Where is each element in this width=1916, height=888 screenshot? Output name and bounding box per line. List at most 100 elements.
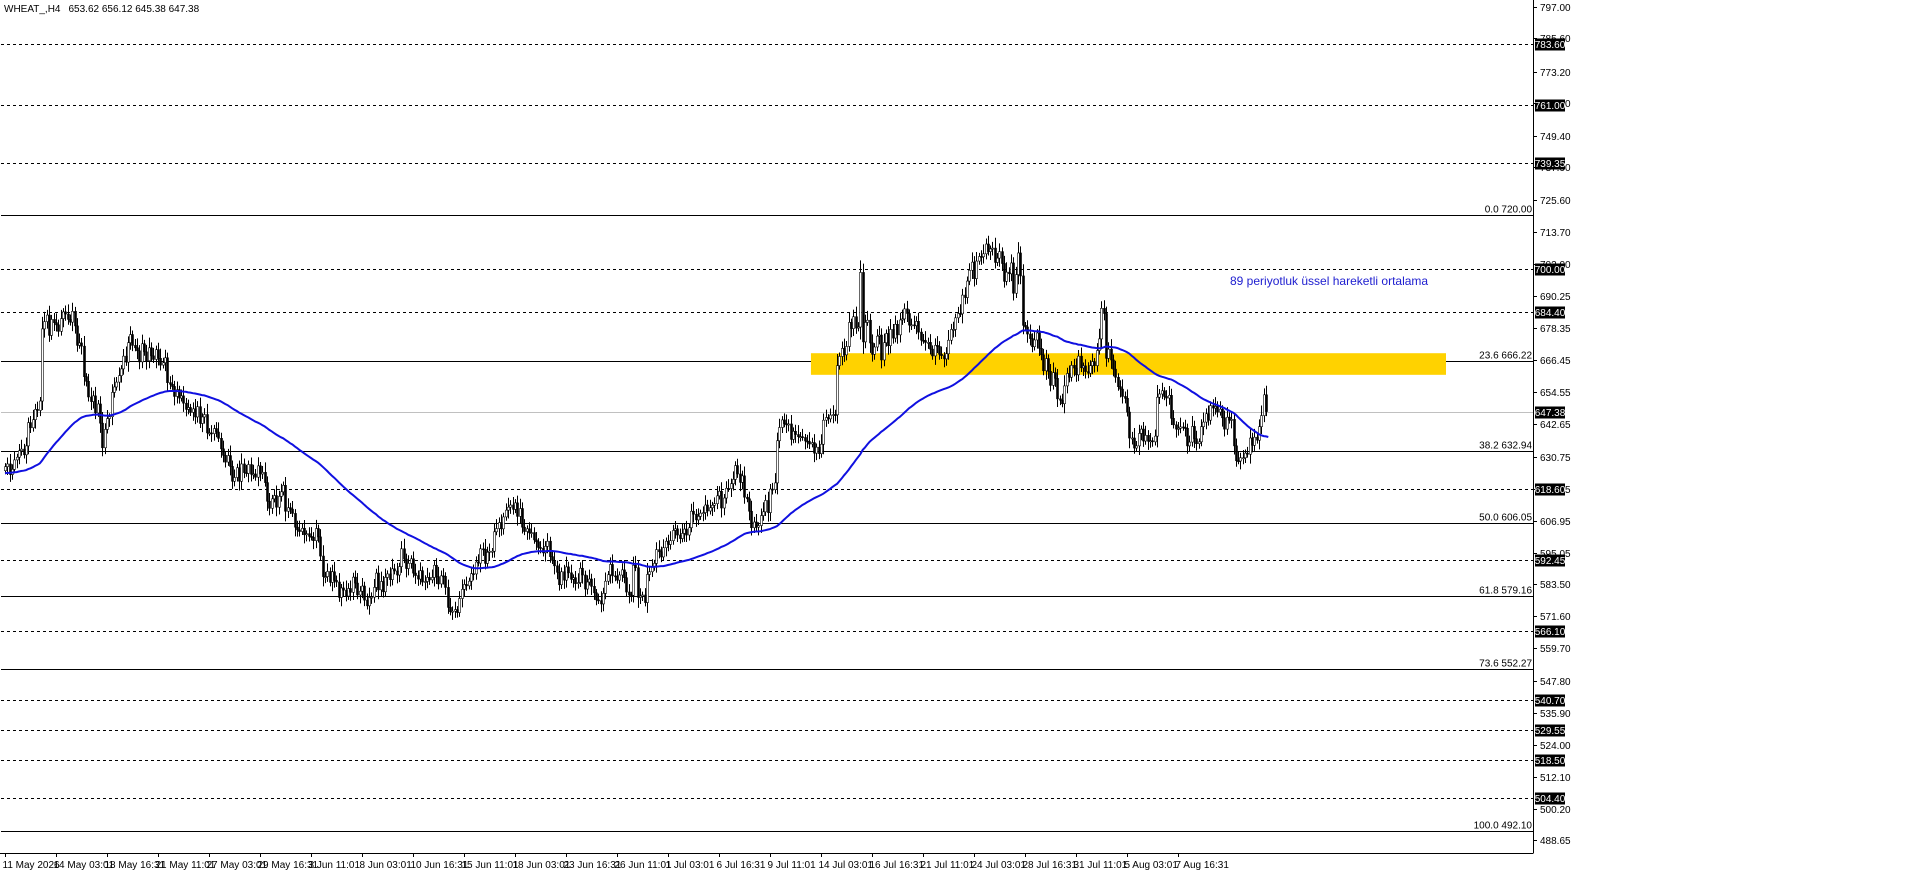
candle-body [820,443,823,455]
candle-body [1198,441,1201,445]
candle-body [1154,435,1157,443]
time-tick-label: 14 Jul 03:01 [819,860,874,871]
candle-body [18,450,21,458]
candle-body [836,365,839,416]
candle-body [676,528,679,536]
candle-body [697,516,700,521]
candle-body [29,422,32,429]
level-price-label: 518.50 [1535,756,1566,767]
candle-body [1042,354,1045,372]
price-tick-label: 654.55 [1540,388,1571,399]
candle-body [97,403,100,414]
candle-body [1244,452,1247,459]
candle-body [899,319,902,336]
candle-body [546,540,549,547]
candle-body [363,585,366,601]
price-tick-label: 512.10 [1540,773,1571,784]
candle-body [516,502,519,517]
candle-body [1172,418,1175,426]
candle-body [556,565,559,573]
candle-body [641,594,644,597]
level-price-label: 592.45 [1535,556,1566,567]
candle-body [945,353,948,360]
candle-body [998,251,1001,259]
candle-body [1126,398,1129,413]
candle-body [794,430,797,435]
candle-body [486,552,489,564]
candle-body [1179,426,1182,429]
candle-body [461,589,464,599]
time-tick-label: 26 Jun 11:01 [615,860,673,871]
candle-body [574,577,577,584]
candle-body [155,349,158,360]
candle-body [1170,395,1173,419]
candle-body [829,414,832,420]
candle-body [254,473,257,478]
candle-body [783,419,786,425]
candle-body [373,587,376,598]
candle-body [757,525,760,528]
time-tick-label: 18 Jun 03:01 [513,860,571,871]
candle-body [611,564,614,577]
candle-body [1140,428,1143,434]
candle-body [312,536,315,541]
candle-body [143,343,146,353]
candle-body [920,331,923,341]
candle-body [732,479,735,484]
candle-body [196,406,199,418]
time-tick-label: 24 Jul 03:01 [972,860,1027,871]
chart-header: WHEAT_,H4 653.62 656.12 645.38 647.38 [4,4,200,15]
price-tick-label: 773.20 [1540,68,1571,79]
candle-body [148,347,151,362]
time-tick-label: 1 Jul 03:01 [666,860,715,871]
candle-body [1142,428,1145,442]
candle-body [407,563,410,569]
candle-body [1131,437,1134,440]
candle-body [581,567,584,576]
candle-body [236,467,239,478]
candle-body [1080,355,1083,369]
resistance-zone [810,353,1446,375]
candle-body [217,431,220,439]
candle-body [509,504,512,508]
candle-body [25,445,28,456]
level-price-label: 684.40 [1535,308,1566,319]
candle-body [280,491,283,497]
candle-body [1059,398,1062,401]
candle-body [1107,348,1110,359]
candle-body [113,386,116,393]
candle-body [1205,413,1208,423]
price-chart[interactable]: 0.0 720.00 23.6 666.22 38.2 632.94 50.0 606… [0,0,1916,888]
candle-body [349,588,352,593]
candle-body [278,496,281,508]
candle-body [1200,426,1203,443]
candle-body [1066,373,1069,387]
candle-body [1031,338,1034,348]
candle-body [39,400,42,411]
candle-body [431,577,434,581]
level-price-label: 618.60 [1535,485,1566,496]
candle-body [1005,271,1008,282]
time-tick-label: 16 Jul 16:31 [870,860,925,871]
candle-body [4,466,7,472]
candle-body [317,528,320,538]
candle-body [787,423,790,426]
candle-body [1105,313,1108,359]
candle-body [122,355,125,370]
candle-body [1119,386,1122,390]
candle-body [873,346,876,355]
candle-body [1096,350,1099,366]
time-tick-label: 3 Jun 11:01 [309,860,361,871]
candle-body [458,598,461,613]
level-price-label: 783.60 [1535,40,1566,51]
candle-body [808,441,811,445]
candle-body [590,578,593,587]
candle-body [750,510,753,529]
candle-body [804,437,807,442]
candle-body [120,368,123,376]
candle-body [950,329,953,341]
candle-body [934,345,937,357]
candle-body [145,351,148,362]
candle-body [1022,275,1025,326]
candle-body [762,511,765,516]
